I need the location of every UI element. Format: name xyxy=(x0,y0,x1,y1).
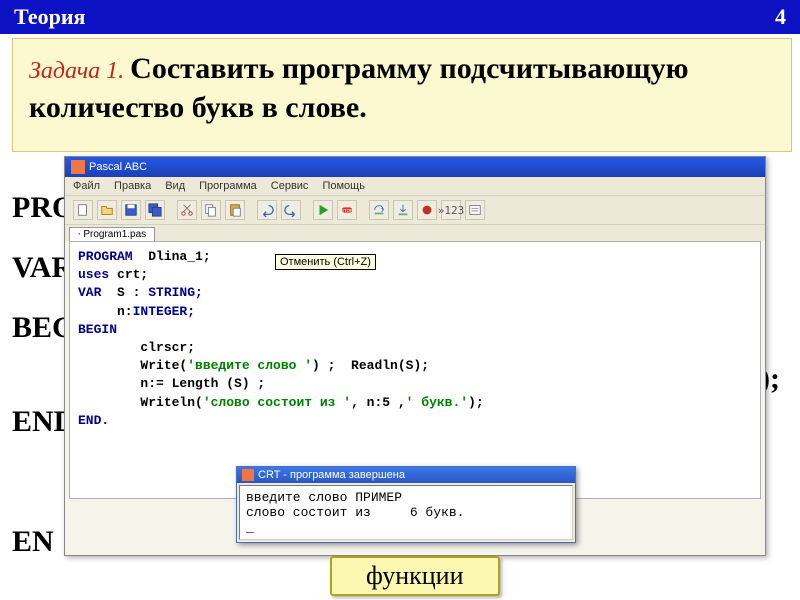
config-icon[interactable] xyxy=(465,200,485,220)
svg-text:STOP: STOP xyxy=(341,208,353,213)
menu-edit[interactable]: Правка xyxy=(114,180,151,192)
header-title: Теория xyxy=(14,4,85,30)
ide-code-area[interactable]: PROGRAM Dlina_1; uses crt; VAR S : STRIN… xyxy=(69,241,761,499)
breakpoint-icon[interactable] xyxy=(417,200,437,220)
ide-title-text: Pascal ABC xyxy=(89,161,147,173)
run-icon[interactable] xyxy=(313,200,333,220)
stop-icon[interactable]: STOP xyxy=(337,200,357,220)
menu-file[interactable]: Файл xyxy=(73,180,100,192)
ide-toolbar: STOP »123 xyxy=(65,195,765,225)
cut-icon[interactable] xyxy=(177,200,197,220)
ide-titlebar: Pascal ABC xyxy=(65,157,765,177)
redo-icon[interactable] xyxy=(281,200,301,220)
copy-icon[interactable] xyxy=(201,200,221,220)
header-page: 4 xyxy=(775,4,786,30)
crt-window: CRT - программа завершена введите слово … xyxy=(236,466,576,543)
step-into-icon[interactable] xyxy=(393,200,413,220)
open-file-icon[interactable] xyxy=(97,200,117,220)
crt-title-text: CRT - программа завершена xyxy=(258,469,405,481)
menu-service[interactable]: Сервис xyxy=(271,180,309,192)
step-over-icon[interactable] xyxy=(369,200,389,220)
save-icon[interactable] xyxy=(121,200,141,220)
watch-icon[interactable]: »123 xyxy=(441,200,461,220)
crt-icon xyxy=(242,469,254,481)
menu-help[interactable]: Помощь xyxy=(322,180,365,192)
undo-tooltip: Отменить (Ctrl+Z) xyxy=(275,254,376,270)
ide-tabs: Program1.pas xyxy=(65,225,765,241)
save-all-icon[interactable] xyxy=(145,200,165,220)
new-file-icon[interactable] xyxy=(73,200,93,220)
app-icon xyxy=(71,160,85,174)
crt-titlebar: CRT - программа завершена xyxy=(237,467,575,483)
task-label: Задача 1. xyxy=(29,58,130,84)
function-label-box: функции xyxy=(330,556,500,596)
crt-output: введите слово ПРИМЕР слово состоит из 6 … xyxy=(239,485,573,540)
slide-header: Теория 4 xyxy=(0,0,800,34)
paste-icon[interactable] xyxy=(225,200,245,220)
ide-menubar: Файл Правка Вид Программа Сервис Помощь xyxy=(65,177,765,195)
menu-program[interactable]: Программа xyxy=(199,180,257,192)
task-box: Задача 1. Составить программу подсчитыва… xyxy=(12,38,792,152)
menu-view[interactable]: Вид xyxy=(165,180,185,192)
ide-tab-program1[interactable]: Program1.pas xyxy=(69,227,155,241)
undo-icon[interactable] xyxy=(257,200,277,220)
